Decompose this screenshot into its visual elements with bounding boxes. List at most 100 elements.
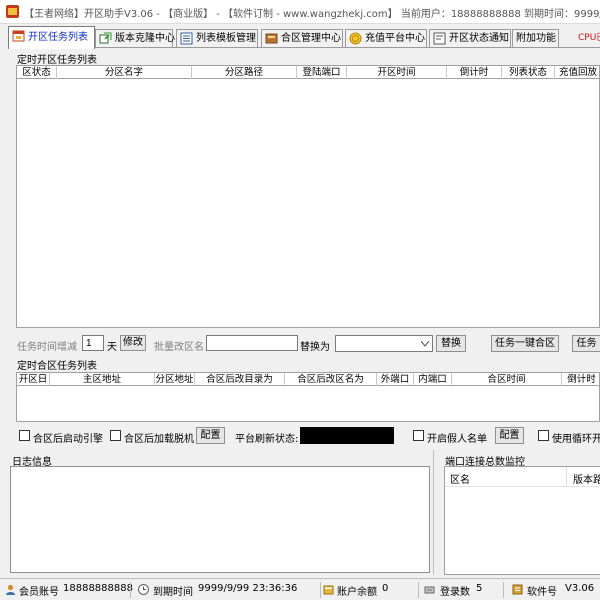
- start-engine-checkbox[interactable]: [19, 430, 30, 441]
- open-tasks-header: 区状态 分区名字 分区路径 登陆端口 开区时间 倒计时 列表状态 充值回放: [16, 65, 600, 79]
- chevron-down-icon: [421, 341, 429, 347]
- notify-icon: [433, 32, 446, 45]
- merge-icon: [265, 33, 278, 44]
- loop-checkbox[interactable]: [538, 430, 549, 441]
- column-header[interactable]: 登陆端口: [297, 66, 347, 79]
- login-label: 登录数: [440, 587, 470, 598]
- column-header[interactable]: 分区地址: [155, 373, 195, 386]
- version-icon: [512, 584, 523, 595]
- tab-label: 开区任务列表: [28, 32, 88, 43]
- calendar-icon: [12, 30, 25, 42]
- fake-list-checkbox[interactable]: [413, 430, 424, 441]
- start-engine-label: 合区后启动引擎: [33, 434, 103, 445]
- wallet-icon: [323, 585, 334, 595]
- merge-tasks-title: 定时合区任务列表: [17, 361, 97, 372]
- tab-status-notify[interactable]: 开区状态通知: [429, 29, 511, 48]
- cpu-indicator: CPU已: [578, 33, 600, 43]
- status-separator: [130, 582, 131, 598]
- list-icon: [180, 32, 193, 45]
- login-value: 5: [476, 583, 483, 594]
- status-separator: [418, 582, 419, 598]
- clock-icon: [138, 584, 149, 595]
- app-logo-icon: [6, 5, 19, 18]
- account-label: 会员账号: [19, 587, 59, 598]
- port-monitor-list[interactable]: 区名 版本路: [444, 466, 600, 575]
- merge-tasks-header: 开区日 主区地址 分区地址 合区后改目录为 合区后改区名为 外端口 内端口 合区…: [16, 372, 600, 386]
- column-header[interactable]: 倒计时: [562, 373, 600, 386]
- tab-label: 开区状态通知: [449, 33, 509, 44]
- tab-label: 充值平台中心: [365, 33, 425, 44]
- coin-icon: [349, 32, 362, 45]
- tab-merge-center[interactable]: 合区管理中心: [261, 29, 343, 48]
- log-textarea[interactable]: [10, 466, 430, 573]
- column-header[interactable]: 外端口: [377, 373, 414, 386]
- column-header[interactable]: 主区地址: [50, 373, 155, 386]
- column-header[interactable]: 合区后改目录为: [195, 373, 285, 386]
- status-separator: [503, 582, 504, 598]
- column-header[interactable]: 开区时间: [347, 66, 447, 79]
- load-offline-checkbox[interactable]: [110, 430, 121, 441]
- merge-tasks-list[interactable]: [16, 386, 600, 422]
- column-header[interactable]: 区状态: [17, 66, 57, 79]
- tab-list-templates[interactable]: 列表模板管理: [176, 29, 258, 48]
- column-header[interactable]: 内端口: [414, 373, 452, 386]
- column-header[interactable]: 版本路: [573, 471, 600, 486]
- load-offline-label: 合区后加载脱机: [124, 434, 194, 445]
- balance-value: 0: [382, 583, 389, 594]
- tab-label: 版本克隆中心: [115, 33, 175, 44]
- version-value: V3.06: [565, 583, 595, 594]
- open-tasks-list[interactable]: [16, 79, 600, 328]
- status-separator: [320, 582, 321, 598]
- column-header[interactable]: 倒计时: [447, 66, 502, 79]
- column-header[interactable]: 开区日: [17, 373, 50, 386]
- version-label: 软件号: [527, 587, 557, 598]
- tab-version-clone[interactable]: 版本克隆中心: [95, 29, 175, 48]
- batch-rename-label: 批量改区名: [154, 342, 204, 353]
- replace-with-select[interactable]: [335, 335, 433, 352]
- column-header[interactable]: 充值回放: [555, 66, 600, 79]
- column-header[interactable]: 合区时间: [452, 373, 562, 386]
- config-button[interactable]: 配置: [196, 427, 225, 444]
- login-count-icon: [424, 586, 435, 594]
- balance-label: 账户余额: [337, 587, 377, 598]
- expire-value: 9999/9/99 23:36:36: [198, 583, 298, 594]
- open-tasks-title: 定时开区任务列表: [17, 55, 97, 66]
- panel-splitter[interactable]: [433, 450, 434, 575]
- replace-with-label: 替换为: [300, 342, 330, 353]
- account-value: 18888888888: [63, 583, 133, 594]
- status-bar: 会员账号 18888888888 到期时间 9999/9/99 23:36:36…: [0, 578, 600, 600]
- batch-rename-input[interactable]: [206, 335, 298, 351]
- interval-unit-label: 天: [107, 342, 117, 353]
- expire-label: 到期时间: [153, 587, 193, 598]
- config-button[interactable]: 配置: [495, 427, 524, 444]
- tab-underline: [8, 47, 600, 48]
- column-header[interactable]: 分区路径: [192, 66, 297, 79]
- column-divider: [566, 467, 567, 487]
- tab-label: 附加功能: [516, 33, 556, 44]
- modify-button[interactable]: 修改: [120, 335, 146, 351]
- user-icon: [6, 584, 15, 595]
- replace-button[interactable]: 替换: [436, 335, 466, 352]
- column-header[interactable]: 分区名字: [57, 66, 192, 79]
- title-bar: 【王者网络】开区助手V3.06 - 【商业版】 - 【软件订制 - www.wa…: [0, 0, 600, 24]
- tab-open-tasks[interactable]: 开区任务列表: [8, 26, 95, 49]
- task-button[interactable]: 任务: [572, 335, 600, 352]
- window-title: 【王者网络】开区助手V3.06 - 【商业版】 - 【软件订制 - www.wa…: [24, 9, 600, 20]
- interval-input[interactable]: [82, 335, 104, 351]
- tab-recharge-center[interactable]: 充值平台中心: [345, 29, 427, 48]
- platform-refresh-status-box: [300, 427, 394, 444]
- clone-icon: [99, 32, 112, 44]
- platform-refresh-label: 平台刷新状态:: [235, 434, 299, 445]
- tab-label: 合区管理中心: [281, 33, 341, 44]
- one-click-merge-button[interactable]: 任务一键合区: [491, 335, 559, 352]
- tab-label: 列表模板管理: [196, 33, 256, 44]
- column-header[interactable]: 列表状态: [502, 66, 555, 79]
- tab-extra-functions[interactable]: 附加功能: [512, 29, 559, 48]
- interval-label: 任务时间增减: [17, 342, 77, 353]
- loop-label: 使用循环开: [552, 434, 600, 445]
- main-tab-strip: 开区任务列表 版本克隆中心 列表模板管理 合区管理中心 充值平台中心 开区状态通…: [0, 26, 600, 49]
- column-header[interactable]: 合区后改区名为: [285, 373, 377, 386]
- column-header[interactable]: 区名: [450, 471, 470, 486]
- port-monitor-header: 区名 版本路: [445, 467, 600, 487]
- fake-list-label: 开启假人名单: [427, 434, 487, 445]
